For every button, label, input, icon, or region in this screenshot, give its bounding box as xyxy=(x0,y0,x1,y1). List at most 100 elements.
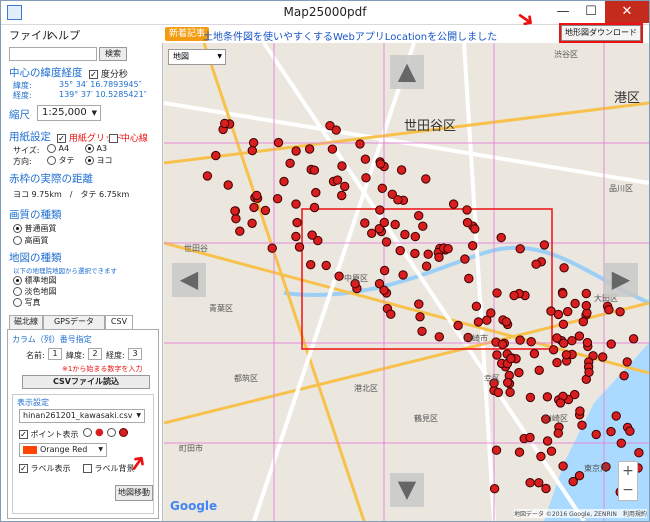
map-marker[interactable] xyxy=(418,221,428,231)
map-marker[interactable] xyxy=(443,244,453,254)
pan-left-button[interactable]: ◀ xyxy=(172,263,206,297)
map-marker[interactable] xyxy=(304,144,315,154)
scale-select[interactable]: 1:25,000 ▼ xyxy=(37,105,101,121)
map-marker[interactable] xyxy=(486,308,496,318)
news-link[interactable]: 土地条件図を使いやすくするWebアプリLocationを公開しました xyxy=(203,28,497,43)
map-marker[interactable] xyxy=(611,411,621,421)
map-marker[interactable] xyxy=(570,298,580,309)
map-marker[interactable] xyxy=(497,339,508,350)
map-marker[interactable] xyxy=(334,271,344,281)
map-marker[interactable] xyxy=(598,352,608,362)
map-marker[interactable] xyxy=(555,398,566,408)
map-marker[interactable] xyxy=(515,335,525,345)
map-marker[interactable] xyxy=(453,320,463,331)
map-marker[interactable] xyxy=(541,483,551,494)
map-marker[interactable] xyxy=(496,232,506,243)
map-marker[interactable] xyxy=(568,476,578,487)
csv-lng-input[interactable]: 3 xyxy=(128,348,142,360)
map-marker[interactable] xyxy=(337,190,347,201)
map-marker[interactable] xyxy=(581,288,591,299)
map-marker[interactable] xyxy=(331,125,341,135)
map-marker[interactable] xyxy=(503,377,513,388)
map-marker[interactable] xyxy=(473,317,484,327)
search-button[interactable]: 検索 xyxy=(99,47,127,61)
map-marker[interactable] xyxy=(211,150,221,161)
map-marker[interactable] xyxy=(552,357,562,368)
map-marker[interactable] xyxy=(625,426,635,436)
map-marker[interactable] xyxy=(421,174,431,184)
map-marker[interactable] xyxy=(616,438,626,448)
map-marker[interactable] xyxy=(410,248,420,259)
map-marker[interactable] xyxy=(619,371,629,381)
map-marker[interactable] xyxy=(414,211,424,221)
map-marker[interactable] xyxy=(434,332,444,342)
pan-right-button[interactable]: ▶ xyxy=(604,263,638,297)
map-marker[interactable] xyxy=(231,214,241,224)
map-marker[interactable] xyxy=(381,237,392,247)
map-marker[interactable] xyxy=(417,326,427,336)
map-marker[interactable] xyxy=(506,353,516,364)
map-marker[interactable] xyxy=(492,350,502,360)
map-marker[interactable] xyxy=(525,432,535,443)
map-type-select[interactable]: 地図 ▼ xyxy=(168,49,226,65)
map-marker[interactable] xyxy=(548,345,559,355)
center-line-checkbox[interactable] xyxy=(109,134,118,143)
map-marker[interactable] xyxy=(414,299,424,309)
map-marker[interactable] xyxy=(291,146,301,156)
map-marker[interactable] xyxy=(247,145,258,156)
map-marker[interactable] xyxy=(395,245,405,256)
map-marker[interactable] xyxy=(501,317,511,327)
map-marker[interactable] xyxy=(575,406,585,416)
map-marker[interactable] xyxy=(460,254,470,264)
maximize-button[interactable]: ☐ xyxy=(577,1,605,23)
map-marker[interactable] xyxy=(360,218,370,228)
size-a4-radio[interactable] xyxy=(47,144,56,153)
map-marker[interactable] xyxy=(249,202,259,213)
map-marker[interactable] xyxy=(294,242,305,252)
paper-grid-checkbox[interactable] xyxy=(57,134,66,143)
map-marker[interactable] xyxy=(423,249,433,259)
download-start-button[interactable]: 地形図ダウンロード開始 xyxy=(559,23,643,51)
map-marker[interactable] xyxy=(223,180,233,190)
size-a3-radio[interactable] xyxy=(85,144,94,153)
menu-help[interactable]: ヘルプ xyxy=(47,27,80,43)
map-marker[interactable] xyxy=(279,176,289,187)
zoom-out-button[interactable]: − xyxy=(619,481,637,500)
map-view[interactable]: 地図 ▼ 世田谷区 渋谷区 港区 品川区 大田区 川崎市 中原区 幸区 青葉区 都… xyxy=(164,43,649,521)
map-marker[interactable] xyxy=(582,337,593,348)
map-marker[interactable] xyxy=(332,175,343,185)
map-marker[interactable] xyxy=(247,218,257,229)
map-marker[interactable] xyxy=(285,158,295,169)
map-marker[interactable] xyxy=(309,202,320,213)
map-marker[interactable] xyxy=(536,451,546,462)
map-marker[interactable] xyxy=(563,306,573,317)
map-marker[interactable] xyxy=(267,243,277,253)
map-marker[interactable] xyxy=(252,190,262,201)
color-select[interactable]: Orange Red ▼ xyxy=(19,443,107,457)
map-marker[interactable] xyxy=(604,305,614,315)
map-marker[interactable] xyxy=(393,195,403,205)
map-marker[interactable] xyxy=(400,229,410,240)
pin-style-radio[interactable] xyxy=(83,428,92,437)
tab-csv[interactable]: CSV xyxy=(105,315,133,329)
map-marker[interactable] xyxy=(578,317,588,327)
map-marker[interactable] xyxy=(606,426,616,437)
map-marker[interactable] xyxy=(410,231,421,242)
map-marker[interactable] xyxy=(561,350,572,360)
map-marker[interactable] xyxy=(615,307,625,317)
map-marker[interactable] xyxy=(379,265,390,276)
maptype-pale-radio[interactable] xyxy=(13,287,22,296)
map-marker[interactable] xyxy=(220,118,230,129)
map-marker[interactable] xyxy=(542,436,553,446)
map-marker[interactable] xyxy=(327,144,338,154)
label-bg-checkbox[interactable] xyxy=(83,464,92,473)
map-attribution[interactable]: 地図データ ©2016 Google, ZENRIN 利用規約 xyxy=(514,509,647,518)
map-marker[interactable] xyxy=(321,260,331,271)
map-marker[interactable] xyxy=(542,392,553,402)
maptype-photo-radio[interactable] xyxy=(13,298,22,307)
map-marker[interactable] xyxy=(622,357,632,367)
map-marker[interactable] xyxy=(515,244,525,254)
map-marker[interactable] xyxy=(581,300,591,311)
map-marker[interactable] xyxy=(377,183,388,194)
tab-magnetic-north[interactable]: 磁北線 xyxy=(9,315,43,329)
